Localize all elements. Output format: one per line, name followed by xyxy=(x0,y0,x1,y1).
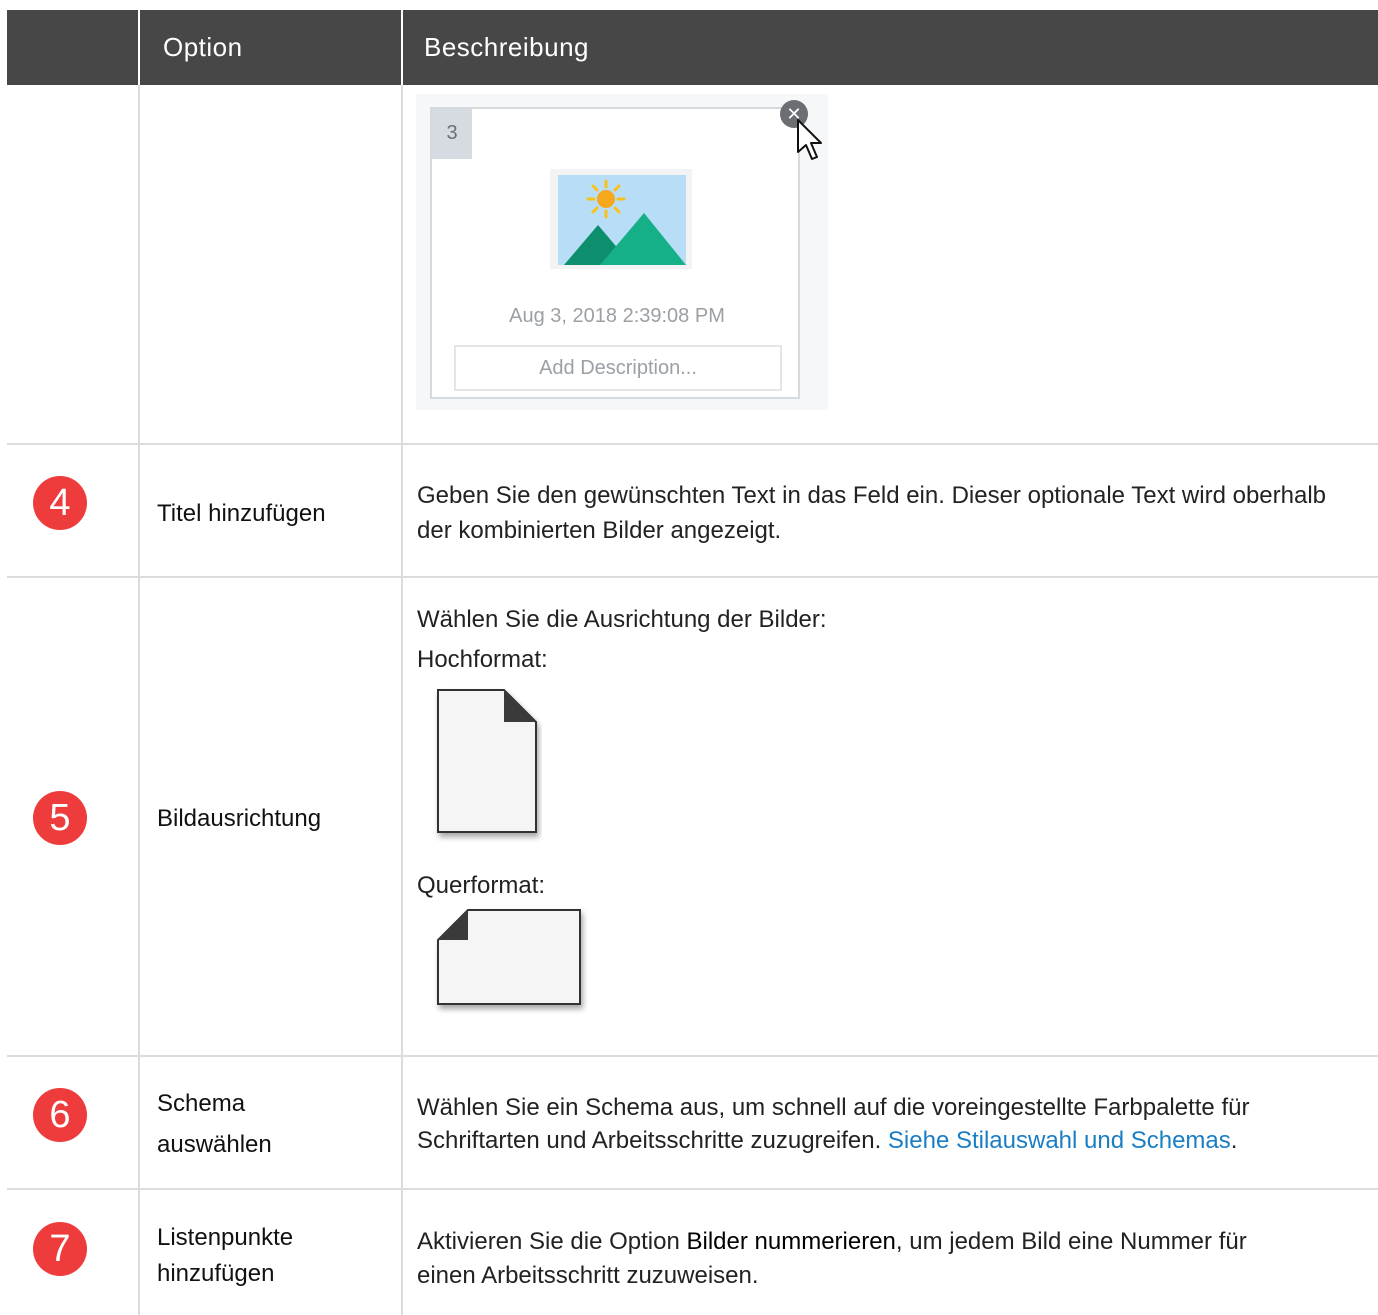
step-card: 3 Aug 3, 2018 2:39:08 PM Add Description… xyxy=(430,107,800,399)
step-badge-6: 6 xyxy=(33,1088,87,1142)
number-images-option: Bilder nummerieren xyxy=(686,1228,896,1255)
table-header: Option Beschreibung xyxy=(7,10,1378,85)
option-title-line1: Listenpunkte xyxy=(157,1224,294,1251)
option-title-line1: Schema xyxy=(157,1090,246,1117)
option-description: Geben Sie den gewünschten Text in das Fe… xyxy=(417,482,1327,544)
row-divider xyxy=(7,576,1378,578)
step-number-badge: 3 xyxy=(432,109,472,159)
add-description-input[interactable]: Add Description... xyxy=(454,345,782,391)
orientation-intro: Wählen Sie die Ausrichtung der Bilder: xyxy=(417,606,827,633)
option-description-line2: einen Arbeitsschritt zuzuweisen. xyxy=(417,1262,759,1289)
column-divider xyxy=(401,85,403,1315)
header-description: Beschreibung xyxy=(424,32,589,62)
option-description-line2: Schriftarten und Arbeitsschritte zuzugre… xyxy=(417,1123,1347,1158)
option-title-line2: hinzufügen xyxy=(157,1260,275,1287)
row-divider xyxy=(7,1188,1378,1190)
description-text: Aktivieren Sie die Option xyxy=(417,1228,687,1255)
mouse-cursor-icon xyxy=(797,119,822,160)
landscape-label: Querformat: xyxy=(417,872,546,899)
option-description-line1: Wählen Sie ein Schema aus, um schnell au… xyxy=(417,1094,1250,1121)
card-timestamp: Aug 3, 2018 2:39:08 PM xyxy=(509,305,725,327)
option-title: Titel hinzufügen xyxy=(157,500,326,527)
landscape-image-icon xyxy=(558,175,686,265)
option-title-line2: auswählen xyxy=(157,1131,272,1158)
description-text-after: , um jedem Bild eine Nummer für xyxy=(895,1228,1247,1255)
option-description-line1: Aktivieren Sie die Option Bilder nummeri… xyxy=(417,1224,1347,1259)
row-divider xyxy=(7,1055,1378,1057)
header-separator xyxy=(401,10,403,85)
row-divider xyxy=(7,443,1378,445)
header-option: Option xyxy=(163,32,243,62)
step-badge-5: 5 xyxy=(33,791,87,845)
step-badge-4: 4 xyxy=(33,476,87,530)
portrait-label: Hochformat: xyxy=(417,646,548,673)
step-badge-7: 7 xyxy=(33,1222,87,1276)
header-separator xyxy=(138,10,140,85)
column-divider xyxy=(138,85,140,1315)
image-placeholder-icon[interactable] xyxy=(558,175,686,265)
description-text: Schriftarten und Arbeitsschritte zuzugre… xyxy=(417,1127,888,1154)
description-period: . xyxy=(1230,1127,1238,1154)
landscape-page-icon[interactable] xyxy=(432,906,588,1016)
portrait-page-icon[interactable] xyxy=(432,686,542,842)
style-schemes-link[interactable]: Siehe Stilauswahl und Schemas xyxy=(888,1127,1231,1154)
option-title: Bildausrichtung xyxy=(157,805,322,832)
